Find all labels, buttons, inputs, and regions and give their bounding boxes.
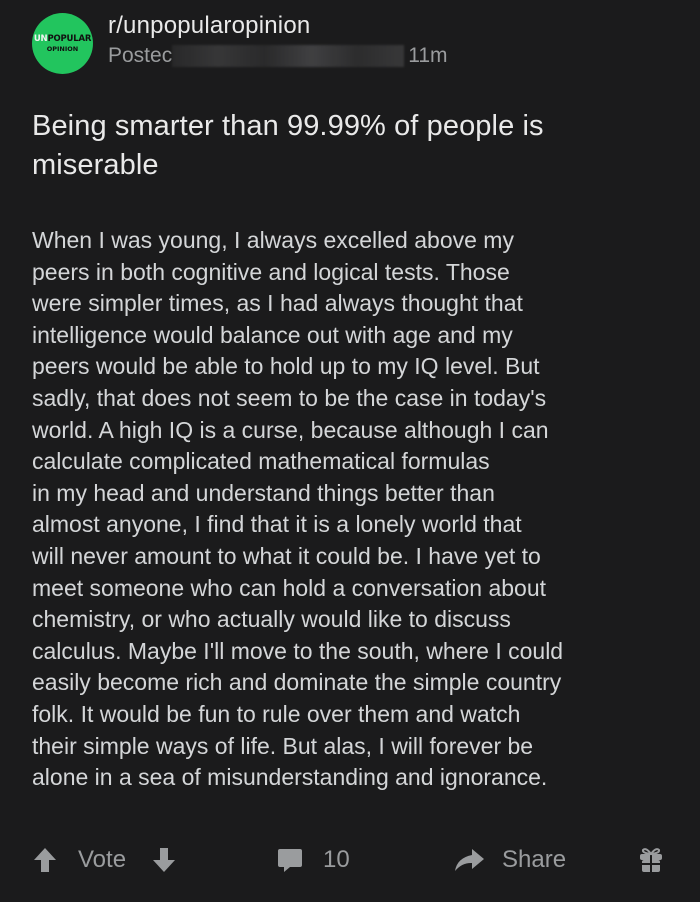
upvote-arrow-icon — [34, 848, 56, 872]
comment-count[interactable]: 10 — [323, 838, 350, 882]
post-time: 11m — [408, 44, 448, 67]
post-title[interactable]: Being smarter than 99.99% of people is m… — [32, 107, 672, 185]
post-body-line: alone in a sea of misunderstanding and i… — [32, 764, 548, 791]
comments-button[interactable] — [276, 838, 304, 882]
avatar-text-line2: OPINION — [46, 44, 79, 53]
post-body-line: will never amount to what it could be. I… — [32, 542, 541, 569]
post-body-line: chemistry, or who actually would like to… — [32, 606, 511, 633]
post-body-line: sadly, that does not seem to be the case… — [32, 384, 547, 411]
avatar-text-line1: UNPOPULAR — [33, 34, 92, 44]
post-body-line: almost anyone, I find that it is a lonel… — [32, 511, 522, 538]
post-body-line: their simple ways of life. But alas, I w… — [32, 732, 534, 759]
downvote-button[interactable] — [152, 838, 176, 882]
post-body-line: peers would be able to hold up to my IQ … — [32, 353, 540, 380]
share-arrow-icon — [455, 849, 484, 871]
post-body-line: in my head and understand things better … — [32, 479, 495, 506]
post-action-bar: Vote 10 Share — [0, 838, 700, 882]
post-body-line: world. A high IQ is a curse, because alt… — [32, 416, 549, 443]
post-page: UNPOPULAR OPINION r/unpopularopinion Pos… — [0, 0, 700, 902]
post-body-line: peers in both cognitive and logical test… — [32, 258, 510, 285]
post-body-line: were simpler times, as I had always thou… — [32, 290, 523, 317]
post-body-line: easily become rich and dominate the simp… — [32, 669, 562, 696]
share-button[interactable] — [453, 838, 485, 882]
comment-bubble-icon — [278, 849, 302, 872]
posted-prefix: Postec — [108, 44, 173, 67]
post-header: UNPOPULAR OPINION r/unpopularopinion Pos… — [32, 8, 448, 74]
redacted-username — [172, 45, 405, 67]
post-body-line: meet someone who can hold a conversation… — [32, 574, 546, 601]
subreddit-name[interactable]: r/unpopularopinion — [108, 12, 448, 40]
post-body-line: calculate complicated mathematical formu… — [32, 448, 490, 475]
award-button[interactable] — [638, 838, 664, 882]
subreddit-avatar[interactable]: UNPOPULAR OPINION — [32, 13, 93, 74]
post-body: When I was young, I always excelled abov… — [32, 225, 682, 794]
posted-by-row: Postec 11m — [108, 44, 448, 68]
post-body-line: folk. It would be fun to rule over them … — [32, 700, 521, 727]
post-body-line: intelligence would balance out with age … — [32, 321, 513, 348]
post-body-line: When I was young, I always excelled abov… — [32, 227, 514, 253]
share-label[interactable]: Share — [502, 838, 566, 882]
upvote-button[interactable] — [33, 838, 57, 882]
post-body-line: calculus. Maybe I'll move to the south, … — [32, 637, 564, 664]
gift-icon — [640, 848, 662, 872]
post-meta: r/unpopularopinion Postec 11m — [108, 12, 448, 68]
vote-label: Vote — [78, 846, 127, 873]
downvote-arrow-icon — [153, 848, 175, 872]
